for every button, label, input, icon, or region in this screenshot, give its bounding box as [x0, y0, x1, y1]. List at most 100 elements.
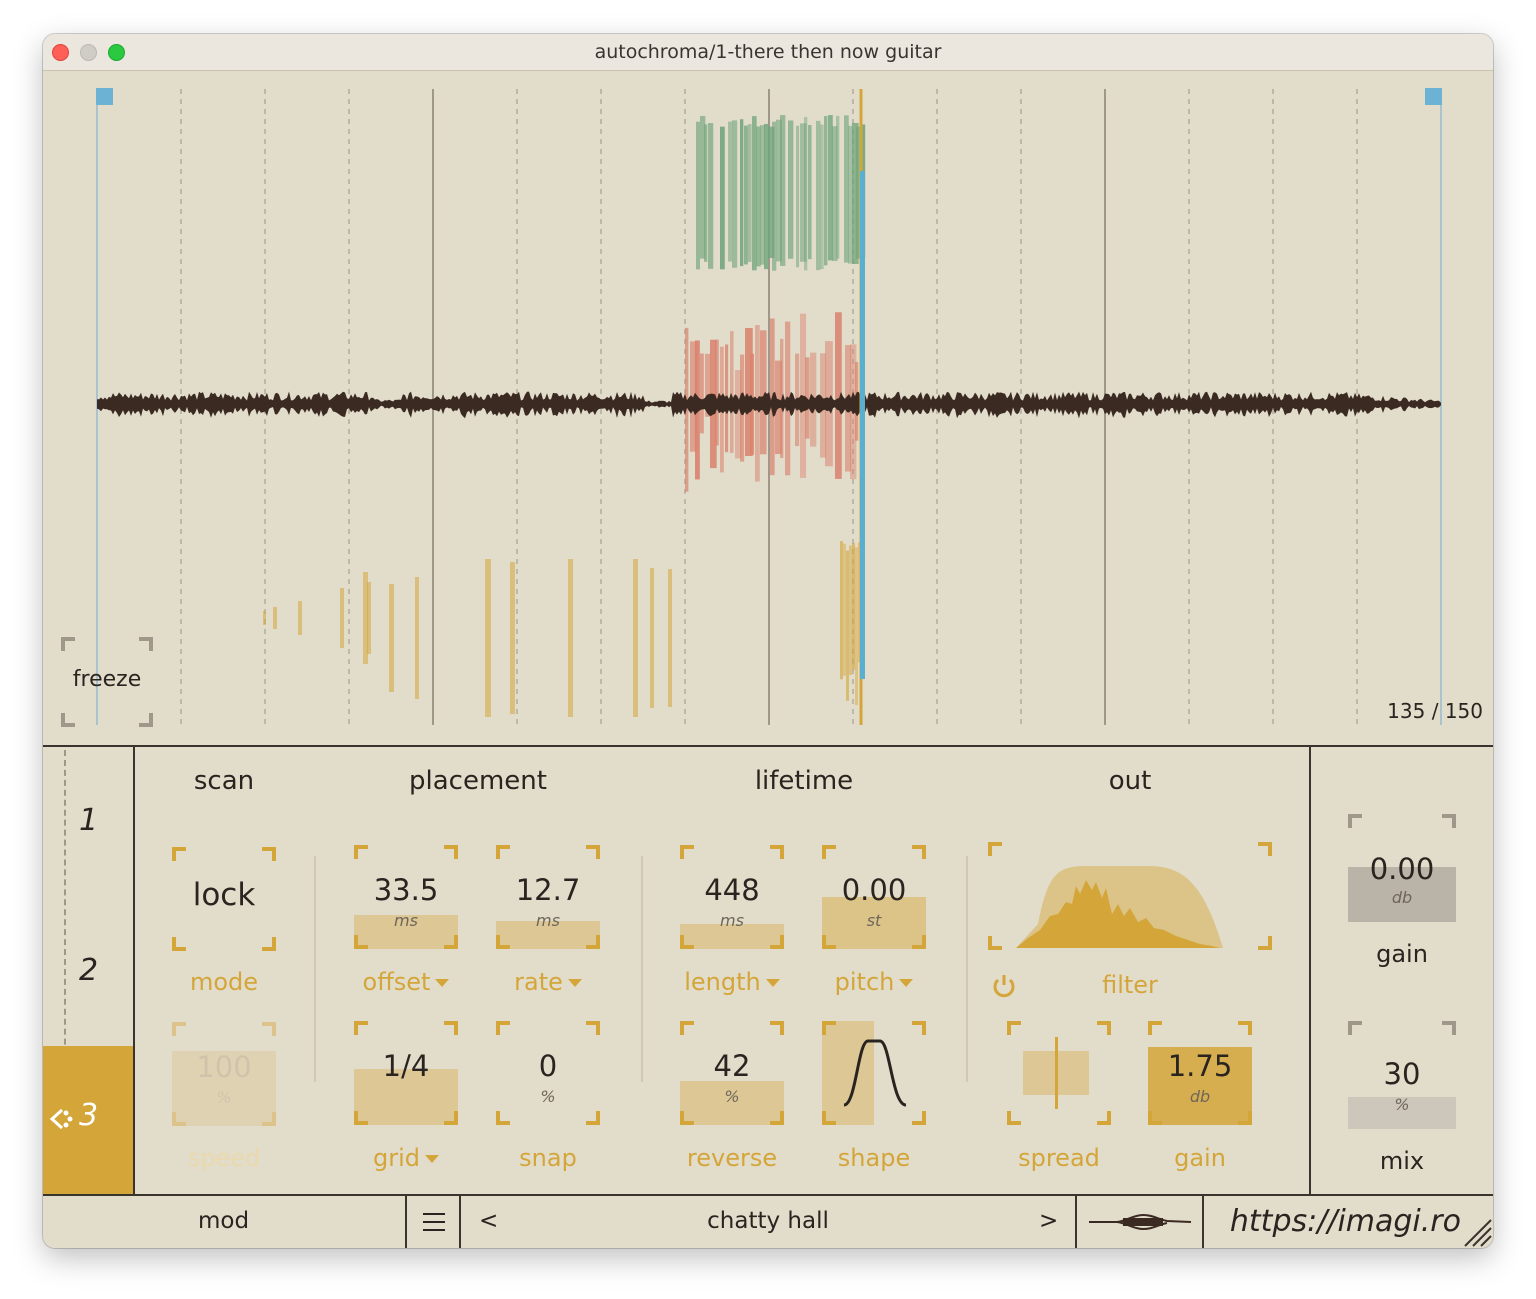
pitch-control[interactable]: 0.00 st — [822, 845, 926, 949]
section-placement: placement — [409, 766, 547, 796]
spread-control[interactable] — [1007, 1021, 1111, 1125]
chevron-down-icon — [899, 979, 914, 987]
grid-label: grid — [372, 1144, 420, 1172]
grain-viewer[interactable]: freeze 135 / 150 — [43, 71, 1493, 745]
waveform-display[interactable] — [43, 71, 1493, 745]
grain-green — [824, 116, 828, 266]
grain-count-current: 135 — [1387, 699, 1426, 723]
mix-control[interactable]: 30 % — [1348, 1021, 1456, 1129]
grain-green — [732, 120, 738, 268]
waveform-thumb-icon[interactable] — [1087, 1210, 1193, 1234]
viewer-divider — [43, 745, 1493, 747]
mode-control[interactable]: lock — [172, 847, 276, 951]
grain-yellow — [415, 577, 419, 699]
grain-green — [816, 120, 821, 271]
offset-unit: ms — [394, 911, 418, 930]
freeze-label: freeze — [72, 667, 142, 692]
section-out: out — [1108, 766, 1152, 796]
out-gain-control[interactable]: 1.75 db — [1148, 1021, 1252, 1125]
grain-green — [696, 121, 700, 270]
slot-1-label: 1 — [79, 803, 99, 838]
grain-green — [848, 125, 853, 264]
master-gain-unit: db — [1391, 888, 1413, 907]
resize-grip-icon[interactable] — [1459, 1214, 1493, 1248]
grain-yellow — [843, 543, 846, 676]
length-label: length — [684, 968, 761, 996]
grain-red — [715, 339, 719, 446]
pitch-unit: st — [866, 911, 882, 930]
window-title: autochroma/1-there then now guitar — [594, 41, 942, 63]
grain-green — [804, 117, 808, 271]
grain-green — [752, 116, 757, 271]
grain-green — [748, 124, 752, 262]
master-gain-control[interactable]: 0.00 db — [1348, 814, 1456, 922]
section-scan: scan — [193, 766, 255, 796]
grain-yellow — [273, 607, 277, 629]
preset-next-button[interactable]: > — [1039, 1208, 1058, 1234]
mod-arrow-icon — [49, 1108, 73, 1130]
reverse-control[interactable]: 42 % — [680, 1021, 784, 1125]
range-end-handle — [1425, 88, 1442, 105]
offset-dropdown[interactable]: offset — [326, 968, 486, 996]
snap-control[interactable]: 0 % — [496, 1021, 600, 1125]
out-gain-unit: db — [1189, 1087, 1211, 1106]
grain-green — [744, 125, 748, 265]
pitch-dropdown[interactable]: pitch — [794, 968, 954, 996]
rate-control[interactable]: 12.7 ms — [496, 845, 600, 949]
speed-value: 100 — [196, 1050, 252, 1084]
master-gain-value: 0.00 — [1369, 852, 1435, 886]
grain-green — [820, 124, 824, 270]
snap-value: 0 — [538, 1049, 558, 1083]
mix-label: mix — [1379, 1147, 1425, 1175]
offset-control[interactable]: 33.5 ms — [354, 845, 458, 949]
grid-dropdown[interactable]: grid — [326, 1144, 486, 1172]
grain-red — [700, 353, 704, 434]
reverse-unit: % — [724, 1087, 740, 1106]
grain-yellow — [263, 611, 266, 625]
pitch-label: pitch — [834, 968, 895, 996]
slot-2[interactable]: 2 — [43, 897, 133, 1047]
power-icon[interactable] — [991, 972, 1017, 998]
grain-yellow — [855, 547, 858, 706]
grain-yellow — [568, 559, 573, 717]
grain-yellow — [846, 550, 849, 701]
offset-value: 33.5 — [373, 873, 439, 907]
grain-green — [720, 126, 725, 270]
chevron-down-icon — [435, 979, 450, 987]
freeze-button[interactable]: freeze — [61, 637, 153, 727]
chevron-down-icon — [765, 979, 780, 987]
master-divider — [1309, 747, 1311, 1196]
playhead — [860, 171, 865, 679]
length-dropdown[interactable]: length — [652, 968, 812, 996]
website-link[interactable]: https://imagi.ro — [1230, 1204, 1461, 1239]
grid-control[interactable]: 1/4 — [354, 1021, 458, 1125]
filter-spectrum-graph — [1016, 866, 1223, 948]
preset-prev-button[interactable]: < — [479, 1208, 498, 1234]
footer-bar: mod < chatty hall > https://imagi.ro — [43, 1196, 1493, 1248]
grain-yellow — [633, 559, 638, 717]
menu-icon[interactable] — [423, 1213, 445, 1231]
grain-yellow — [650, 568, 654, 708]
reverse-label: reverse — [686, 1144, 778, 1172]
mix-unit: % — [1394, 1095, 1410, 1114]
lifetime-out-divider — [966, 856, 968, 1082]
slot-2-label: 2 — [79, 953, 99, 988]
shape-control[interactable] — [822, 1021, 926, 1125]
mod-button[interactable]: mod — [198, 1208, 249, 1234]
length-control[interactable]: 448 ms — [680, 845, 784, 949]
grain-yellow — [340, 588, 344, 648]
pitch-value: 0.00 — [841, 873, 907, 907]
slot-3[interactable]: 3 — [43, 1046, 133, 1196]
slot-1[interactable]: 1 — [43, 747, 133, 897]
rate-dropdown[interactable]: rate — [468, 968, 628, 996]
grain-green — [764, 123, 769, 270]
speed-control[interactable]: 100 % — [172, 1022, 276, 1126]
grain-yellow — [840, 541, 843, 680]
grain-yellow — [389, 584, 394, 692]
grain-green — [780, 115, 786, 266]
snap-label: snap — [519, 1144, 577, 1172]
grain-count-total: 150 — [1444, 699, 1483, 723]
preset-name[interactable]: chatty hall — [603, 1208, 933, 1234]
filter-control[interactable] — [988, 842, 1272, 950]
grain-green — [704, 124, 708, 262]
